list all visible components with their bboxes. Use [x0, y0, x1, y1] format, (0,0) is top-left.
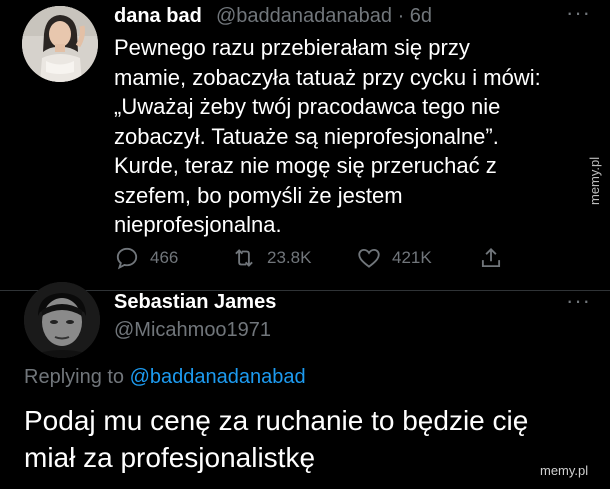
author-name[interactable]: dana bad — [114, 5, 202, 28]
retweet-icon — [235, 249, 253, 267]
more-horizontal-icon[interactable]: ··· — [566, 0, 591, 26]
avatar-photo — [22, 6, 98, 82]
replying-to: Replying to @baddanadanabad — [24, 366, 306, 389]
watermark-side: memy.pl — [587, 156, 602, 205]
author-handle-and-time[interactable]: @baddanadanabad · 6d — [216, 5, 432, 28]
author-avatar[interactable] — [22, 6, 98, 82]
divider — [0, 290, 610, 291]
share-icon — [481, 248, 501, 268]
reply-author-handle[interactable]: @Micahmoo1971 — [114, 319, 271, 342]
retweet-count: 23.8K — [267, 248, 312, 267]
watermark-bottom: memy.pl — [540, 463, 589, 478]
reply-author-avatar[interactable] — [24, 282, 100, 358]
reply-button[interactable]: 466 — [114, 244, 178, 272]
share-button[interactable] — [478, 244, 504, 272]
reply-author-name[interactable]: Sebastian James — [114, 291, 276, 314]
replying-to-handle[interactable]: @baddanadanabad — [130, 366, 306, 388]
replying-to-label: Replying to — [24, 366, 125, 388]
reply-count: 466 — [150, 248, 179, 267]
tweet-text: Pewnego razu przebierałam się przy mamie… — [114, 35, 541, 237]
reply-text: Podaj mu cenę za ruchanie to będzie cię … — [24, 405, 529, 473]
heart-icon — [358, 248, 380, 268]
reply-icon — [116, 247, 138, 270]
avatar-photo — [24, 282, 100, 358]
retweet-button[interactable]: 23.8K — [231, 244, 311, 272]
more-horizontal-icon[interactable]: ··· — [566, 288, 591, 314]
like-button[interactable]: 421K — [356, 244, 432, 272]
like-count: 421K — [392, 248, 432, 267]
